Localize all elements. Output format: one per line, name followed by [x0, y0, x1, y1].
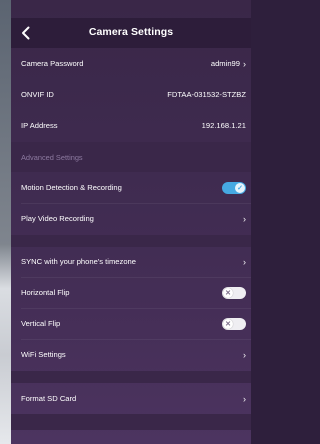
play-video-recording-row[interactable]: Play Video Recording ›: [11, 203, 251, 234]
play-video-recording-label: Play Video Recording: [21, 214, 94, 223]
motion-detection-row: Motion Detection & Recording ✓: [11, 172, 251, 203]
wifi-settings-label: WiFi Settings: [21, 350, 66, 359]
nav-header: Camera Settings: [11, 18, 251, 48]
camera-settings-screen: Camera Settings Camera Password admin99 …: [11, 0, 251, 444]
ip-address-row: IP Address 192.168.1.21: [11, 110, 251, 141]
close-icon: ✕: [223, 318, 233, 329]
wifi-settings-row[interactable]: WiFi Settings ›: [11, 339, 251, 370]
camera-password-row[interactable]: Camera Password admin99 ›: [11, 48, 251, 79]
page-title: Camera Settings: [88, 26, 174, 38]
section-header-advanced: Advanced Settings: [21, 153, 83, 162]
horizontal-flip-row: Horizontal Flip ✕: [11, 277, 251, 308]
background-app-strip: [0, 0, 11, 444]
sync-timezone-row[interactable]: SYNC with your phone's timezone ›: [11, 246, 251, 277]
ip-address-value: 192.168.1.21: [201, 121, 246, 130]
chevron-right-icon: ›: [243, 393, 246, 404]
format-sd-card-label: Format SD Card: [21, 394, 77, 403]
chevron-right-icon: ›: [243, 213, 246, 224]
onvif-id-row: ONVIF ID FDTAA-031532-STZBZ: [11, 79, 251, 110]
group-spacer: [11, 371, 251, 383]
camera-password-label: Camera Password: [21, 59, 84, 68]
vertical-flip-toggle[interactable]: ✕: [222, 317, 246, 330]
close-icon: ✕: [223, 287, 233, 298]
horizontal-flip-toggle[interactable]: ✕: [222, 286, 246, 299]
group-spacer: [11, 414, 251, 430]
chevron-right-icon: ›: [243, 349, 246, 360]
onvif-id-value: FDTAA-031532-STZBZ: [167, 90, 246, 99]
vertical-flip-label: Vertical Flip: [21, 319, 61, 328]
motion-detection-label: Motion Detection & Recording: [21, 183, 122, 192]
check-icon: ✓: [235, 182, 245, 193]
horizontal-flip-label: Horizontal Flip: [21, 288, 70, 297]
format-sd-card-row[interactable]: Format SD Card ›: [11, 383, 251, 414]
camera-password-value: admin99: [210, 59, 240, 68]
vertical-flip-row: Vertical Flip ✕: [11, 308, 251, 339]
chevron-right-icon: ›: [243, 256, 246, 267]
ip-address-label: IP Address: [21, 121, 58, 130]
onvif-id-label: ONVIF ID: [21, 90, 54, 99]
chevron-right-icon: ›: [243, 58, 246, 69]
sync-timezone-label: SYNC with your phone's timezone: [21, 257, 136, 266]
motion-detection-toggle[interactable]: ✓: [222, 181, 246, 194]
